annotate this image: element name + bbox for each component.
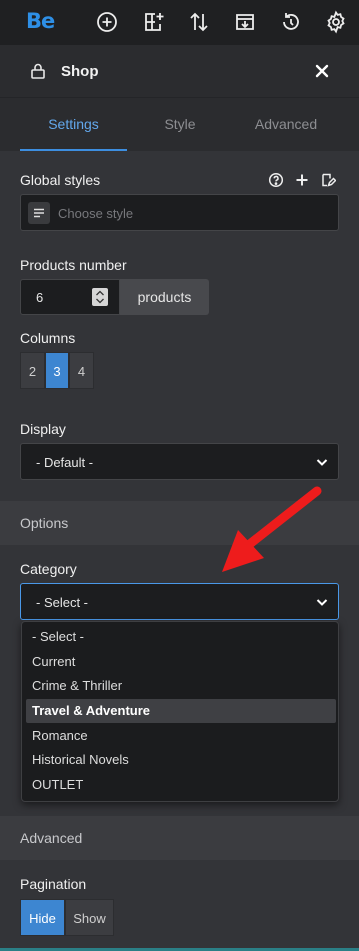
add-circle-icon[interactable]	[95, 10, 119, 34]
pagination-option-hide[interactable]: Hide	[20, 899, 65, 936]
quantity-stepper[interactable]	[92, 288, 108, 306]
display-label: Display	[20, 421, 66, 437]
builder-logo[interactable]: Be	[26, 9, 55, 33]
dropdown-option[interactable]: Historical Novels	[26, 748, 336, 772]
display-value: - Default -	[36, 455, 94, 470]
top-toolbar: Be	[0, 0, 359, 45]
dropdown-option[interactable]: Current	[26, 650, 336, 674]
dropdown-option[interactable]: - Select -	[26, 625, 336, 649]
options-section-title: Options	[20, 515, 69, 531]
columns-label: Columns	[20, 330, 76, 346]
edit-style-icon[interactable]	[320, 172, 336, 188]
columns-option-3[interactable]: 3	[45, 352, 69, 389]
tab-style[interactable]: Style	[127, 98, 233, 151]
style-picker[interactable]: Choose style	[20, 194, 339, 231]
pagination-label: Pagination	[20, 876, 87, 892]
tab-advanced[interactable]: Advanced	[233, 98, 339, 151]
sort-arrows-icon[interactable]	[187, 10, 211, 34]
chevron-down-icon	[315, 595, 329, 609]
style-placeholder: Choose style	[58, 206, 134, 221]
dropdown-option[interactable]: OUTLET	[26, 773, 336, 797]
global-styles-label: Global styles	[20, 172, 101, 188]
products-number-input[interactable]: 6	[20, 279, 120, 315]
close-icon[interactable]	[313, 62, 331, 80]
add-layout-icon[interactable]	[141, 10, 165, 34]
panel-title: Shop	[61, 63, 99, 80]
pagination-option-show[interactable]: Show	[65, 899, 114, 936]
products-number-value: 6	[36, 290, 44, 305]
style-list-icon	[28, 202, 50, 224]
tab-settings[interactable]: Settings	[20, 98, 127, 151]
active-tab-indicator	[20, 149, 127, 151]
display-select[interactable]: - Default -	[20, 443, 339, 480]
panel-header: Shop	[0, 45, 359, 98]
dropdown-option-highlighted[interactable]: Travel & Adventure	[26, 699, 336, 723]
columns-option-2[interactable]: 2	[20, 352, 45, 389]
gear-icon[interactable]	[324, 10, 348, 34]
annotation-arrow-icon	[210, 484, 330, 584]
help-icon[interactable]	[268, 172, 284, 188]
products-unit: products	[120, 279, 209, 315]
add-style-icon[interactable]	[294, 172, 310, 188]
tab-bar: Settings Style Advanced	[0, 98, 359, 151]
import-template-icon[interactable]	[233, 10, 257, 34]
category-value: - Select -	[36, 595, 89, 610]
columns-option-4[interactable]: 4	[69, 352, 94, 389]
history-icon[interactable]	[279, 10, 303, 34]
advanced-section-title: Advanced	[20, 830, 83, 846]
advanced-section-header[interactable]: Advanced	[0, 816, 359, 860]
category-label: Category	[20, 561, 77, 577]
products-number-label: Products number	[20, 257, 127, 273]
category-dropdown: - Select - Current Crime & Thriller Trav…	[21, 621, 339, 802]
dropdown-option[interactable]: Romance	[26, 724, 336, 748]
dropdown-option[interactable]: Crime & Thriller	[26, 674, 336, 698]
category-select[interactable]: - Select -	[20, 583, 339, 620]
chevron-down-icon	[315, 455, 329, 469]
lock-icon	[30, 62, 46, 80]
